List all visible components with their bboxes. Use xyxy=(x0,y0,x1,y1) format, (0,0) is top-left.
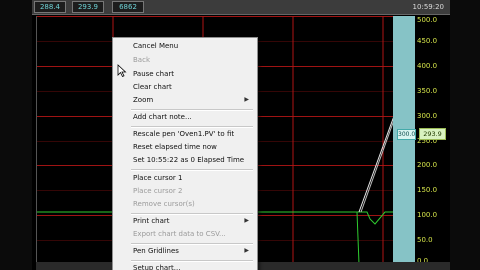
chart-context-menu: Cancel Menu Back Pause chart Clear chart… xyxy=(112,37,258,270)
pen-value-box-2: 293.9 xyxy=(72,1,104,13)
scale-tick-label: 400.0 xyxy=(417,62,438,70)
menu-item-add-chart-note[interactable]: Add chart note... xyxy=(113,111,257,123)
scale-bar xyxy=(393,16,415,265)
pen-value-box-3: 6862 xyxy=(112,1,144,13)
scale-tick-label: 150.0 xyxy=(417,186,438,194)
pen-value-box-1: 288.4 xyxy=(34,1,66,13)
trend-line-white-2 xyxy=(360,119,394,213)
menu-item-rescale-pen[interactable]: Rescale pen 'Oven1.PV' to fit xyxy=(113,128,257,140)
scale-tick-label: 500.0 xyxy=(417,16,438,24)
menu-item-place-cursor-1[interactable]: Place cursor 1 xyxy=(113,172,257,184)
menu-item-pause-chart[interactable]: Pause chart xyxy=(113,68,257,80)
trend-line-setpoint xyxy=(357,211,394,225)
scale-tick-label: 200.0 xyxy=(417,161,438,169)
menu-item-export-csv: Export chart data to CSV... xyxy=(133,230,226,238)
menu-item-print-chart[interactable]: Print chart ▶ xyxy=(113,215,257,227)
scale-tick-label: 50.0 xyxy=(417,236,433,244)
submenu-arrow-icon: ▶ xyxy=(244,247,249,254)
pen-marker[interactable]: 300.0 xyxy=(397,129,416,140)
menu-item-place-cursor-2: Place cursor 2 xyxy=(133,187,183,195)
trend-chart-window: 288.4 293.9 6862 10:59:20 500.0 450.0 400.… xyxy=(0,0,480,270)
submenu-arrow-icon: ▶ xyxy=(244,217,249,224)
menu-item-set-elapsed-zero[interactable]: Set 10:55:22 as 0 Elapsed Time xyxy=(113,154,257,166)
value-scale: 500.0 450.0 400.0 350.0 300.0 250.0 200.0 150.0… xyxy=(393,16,450,265)
submenu-arrow-icon: ▶ xyxy=(244,96,249,103)
scale-tick-label: 300.0 xyxy=(417,112,438,120)
pen-values-bar: 288.4 293.9 6862 10:59:20 xyxy=(32,0,450,15)
menu-item-setup-chart[interactable]: Setup chart... xyxy=(113,262,257,270)
menu-item-pen-gridlines[interactable]: Pen Gridlines ▶ xyxy=(113,245,257,257)
current-time: 10:59:20 xyxy=(412,3,444,11)
menu-item-zoom[interactable]: Zoom ▶ xyxy=(113,94,257,106)
mouse-pointer-icon xyxy=(117,64,127,78)
scale-tick-label: 450.0 xyxy=(417,37,438,45)
trend-line-white xyxy=(358,115,394,213)
menu-item-clear-chart[interactable]: Clear chart xyxy=(113,81,257,93)
scale-tick-label: 100.0 xyxy=(417,211,438,219)
menu-separator xyxy=(131,169,253,171)
scale-tick-label: 350.0 xyxy=(417,87,438,95)
left-border xyxy=(0,0,32,270)
menu-item-back: Back xyxy=(133,56,150,64)
right-border xyxy=(450,0,480,270)
menu-item-cancel-menu[interactable]: Cancel Menu xyxy=(113,40,257,52)
menu-item-remove-cursors: Remove cursor(s) xyxy=(133,200,195,208)
menu-item-reset-elapsed-time[interactable]: Reset elapsed time now xyxy=(113,141,257,153)
pen-current-value: 293.9 xyxy=(419,128,446,140)
